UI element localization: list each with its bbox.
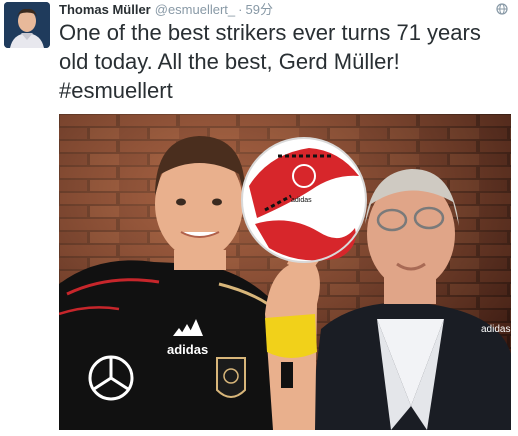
timestamp[interactable]: 59分 [246,2,273,17]
globe-icon [496,3,508,15]
tweet: Thomas Müller @esmuellert_ · 59分 One of the… [0,0,518,436]
hashtag-link[interactable]: #esmuellert [59,78,173,103]
tweet-header: Thomas Müller @esmuellert_ · 59分 [59,0,273,20]
suit-logo-text: adidas [481,324,510,335]
user-handle[interactable]: @esmuellert_ [155,2,235,17]
display-name[interactable]: Thomas Müller [59,2,151,17]
yellow-wristband [265,314,317,358]
crest-icon [216,357,246,398]
photo-illustration: adidas adidas adidas [59,114,511,430]
shirt-logo-text: adidas [167,342,208,357]
football: adidas [241,137,367,263]
avatar[interactable] [4,2,50,48]
tweet-photo[interactable]: adidas adidas adidas [59,114,511,430]
ball-logo-text: adidas [291,197,312,204]
tweet-body: One of the best strikers ever turns 71 y… [59,20,481,74]
tweet-text: One of the best strikers ever turns 71 y… [59,18,509,105]
separator: · [238,2,243,17]
